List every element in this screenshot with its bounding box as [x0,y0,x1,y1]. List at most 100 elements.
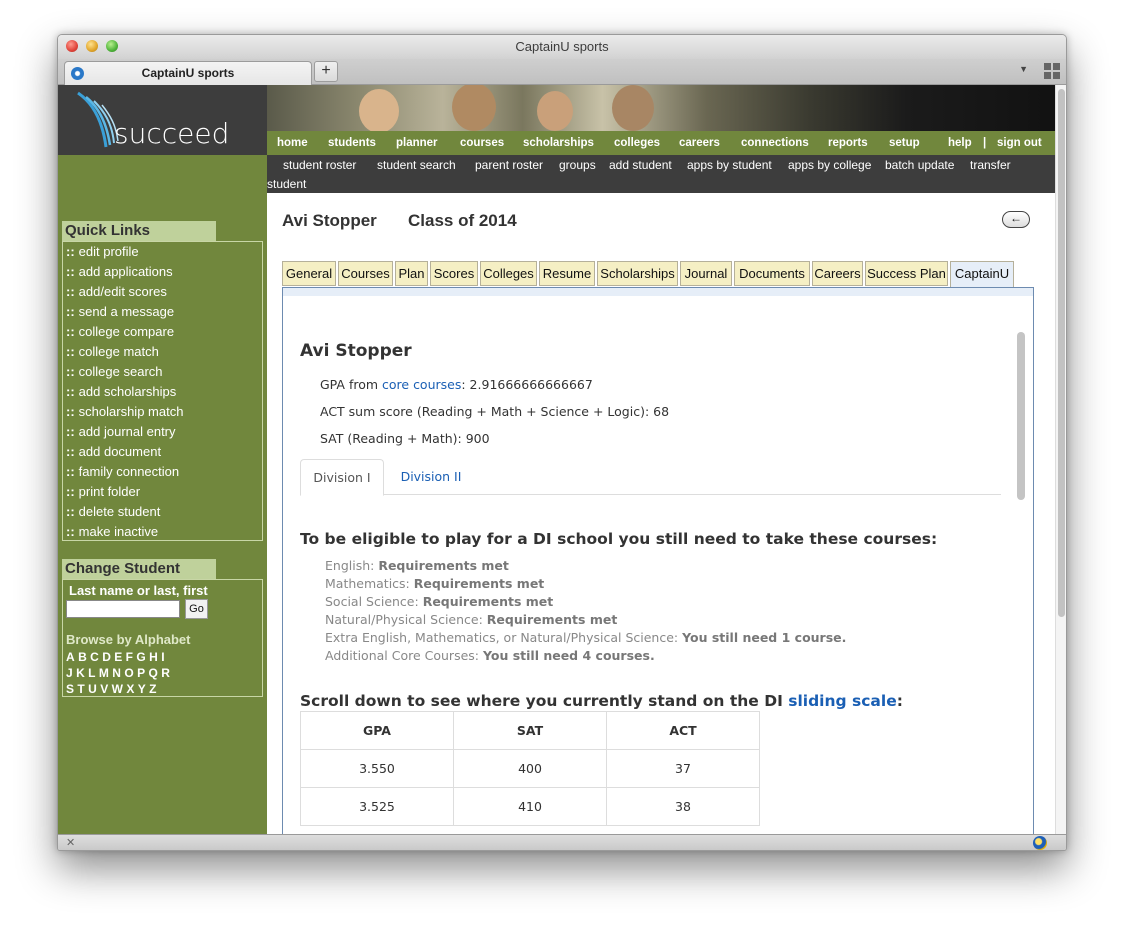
grid-icon[interactable] [1044,63,1060,79]
window-scrollbar[interactable] [1055,85,1066,834]
alphabet-letter-link[interactable]: J [66,666,73,680]
alphabet-letter-link[interactable]: T [77,682,84,696]
tab-journal[interactable]: Journal [680,261,732,286]
alphabet-letter-link[interactable]: Z [149,682,156,696]
tab-captainu[interactable]: CaptainU [950,261,1014,288]
status-icon[interactable] [1033,836,1047,850]
nav-link-help[interactable]: help [948,131,972,155]
alphabet-letter-link[interactable]: E [114,650,122,664]
quick-link-item[interactable]: :: edit profile [63,242,262,262]
tab-plan[interactable]: Plan [395,261,428,286]
subnav-link-apps-by-college[interactable]: apps by college [788,157,871,173]
nav-link-planner[interactable]: planner [396,131,438,155]
subnav-link-apps-by-student[interactable]: apps by student [687,157,772,173]
subnav-link-batch-update[interactable]: batch update [885,157,954,173]
window-title: CaptainU sports [515,39,609,54]
quick-link-item[interactable]: :: scholarship match [63,402,262,422]
quick-link-item[interactable]: :: college search [63,362,262,382]
nav-link-students[interactable]: students [328,131,376,155]
tab-courses[interactable]: Courses [338,261,393,286]
alphabet-letter-link[interactable]: H [149,650,158,664]
nav-link-sign-out[interactable]: sign out [997,131,1042,155]
nav-link-home[interactable]: home [277,131,308,155]
alphabet-letter-link[interactable]: K [76,666,85,680]
alphabet-letter-link[interactable]: G [136,650,145,664]
alphabet-letter-link[interactable]: O [124,666,133,680]
subnav-link-student[interactable]: student [267,176,306,192]
tab-division-i[interactable]: Division I [300,459,384,496]
nav-link-reports[interactable]: reports [828,131,868,155]
subnav-link-add-student[interactable]: add student [609,157,672,173]
tab-success-plan[interactable]: Success Plan [865,261,948,286]
alphabet-letter-link[interactable]: X [126,682,134,696]
sat-line: SAT (Reading + Math): 900 [320,431,490,446]
alphabet-letter-link[interactable]: C [90,650,99,664]
alphabet-letter-link[interactable]: D [102,650,111,664]
quick-link-item[interactable]: :: make inactive [63,522,262,542]
tab-documents[interactable]: Documents [734,261,810,286]
nav-link-scholarships[interactable]: scholarships [523,131,594,155]
quick-link-item[interactable]: :: college compare [63,322,262,342]
alphabet-letter-link[interactable]: I [161,650,164,664]
tab-resume[interactable]: Resume [539,261,595,286]
alphabet-row: ABCDEFGHI [66,650,168,664]
close-icon[interactable]: ✕ [66,835,75,850]
back-arrow-icon[interactable]: ← [1002,211,1030,228]
quick-link-item[interactable]: :: family connection [63,462,262,482]
alphabet-letter-link[interactable]: S [66,682,74,696]
panel-scrollbar[interactable] [1016,332,1026,834]
quick-link-item[interactable]: :: send a message [63,302,262,322]
quick-link-item[interactable]: :: add document [63,442,262,462]
nav-link-connections[interactable]: connections [741,131,809,155]
alphabet-letter-link[interactable]: U [88,682,97,696]
alphabet-letter-link[interactable]: A [66,650,75,664]
quick-link-label: delete student [78,504,161,519]
sliding-scale-link[interactable]: sliding scale [788,692,897,710]
quick-link-item[interactable]: :: college match [63,342,262,362]
alphabet-letter-link[interactable]: N [112,666,121,680]
quick-link-label: edit profile [78,244,139,259]
new-tab-button[interactable]: + [314,61,338,82]
alphabet-letter-link[interactable]: W [112,682,123,696]
minimize-window-icon[interactable] [86,40,98,52]
tab-division-ii[interactable]: Division II [384,459,478,495]
subnav-link-parent-roster[interactable]: parent roster [475,157,543,173]
alphabet-letter-link[interactable]: B [78,650,87,664]
alphabet-letter-link[interactable]: V [100,682,108,696]
quick-link-item[interactable]: :: delete student [63,502,262,522]
core-courses-link[interactable]: core courses [382,377,461,392]
requirement-line: English: Requirements met [325,558,509,573]
quick-link-item[interactable]: :: add applications [63,262,262,282]
go-button[interactable]: Go [185,599,208,619]
nav-link-careers[interactable]: careers [679,131,720,155]
tab-general[interactable]: General [282,261,336,286]
quick-link-item[interactable]: :: add/edit scores [63,282,262,302]
alphabet-letter-link[interactable]: L [88,666,95,680]
nav-link-colleges[interactable]: colleges [614,131,660,155]
chevron-down-icon[interactable]: ▼ [1019,64,1028,74]
quick-link-item[interactable]: :: add journal entry [63,422,262,442]
alphabet-letter-link[interactable]: Y [138,682,146,696]
alphabet-letter-link[interactable]: P [137,666,145,680]
alphabet-letter-link[interactable]: M [99,666,109,680]
subnav-link-student-roster[interactable]: student roster [283,157,356,173]
tab-careers[interactable]: Careers [812,261,863,286]
logo[interactable]: succeed [58,85,267,155]
subnav-link-groups[interactable]: groups [559,157,596,173]
nav-link-setup[interactable]: setup [889,131,920,155]
quick-link-item[interactable]: :: print folder [63,482,262,502]
student-search-input[interactable] [66,600,180,618]
browser-tab[interactable]: CaptainU sports [64,61,312,85]
alphabet-letter-link[interactable]: F [126,650,133,664]
maximize-window-icon[interactable] [106,40,118,52]
subnav-link-student-search[interactable]: student search [377,157,456,173]
quick-link-item[interactable]: :: add scholarships [63,382,262,402]
subnav-link-transfer[interactable]: transfer [970,157,1011,173]
tab-scores[interactable]: Scores [430,261,478,286]
nav-link-courses[interactable]: courses [460,131,504,155]
tab-scholarships[interactable]: Scholarships [597,261,678,286]
alphabet-letter-link[interactable]: R [161,666,170,680]
close-window-icon[interactable] [66,40,78,52]
tab-colleges[interactable]: Colleges [480,261,537,286]
alphabet-letter-link[interactable]: Q [148,666,157,680]
